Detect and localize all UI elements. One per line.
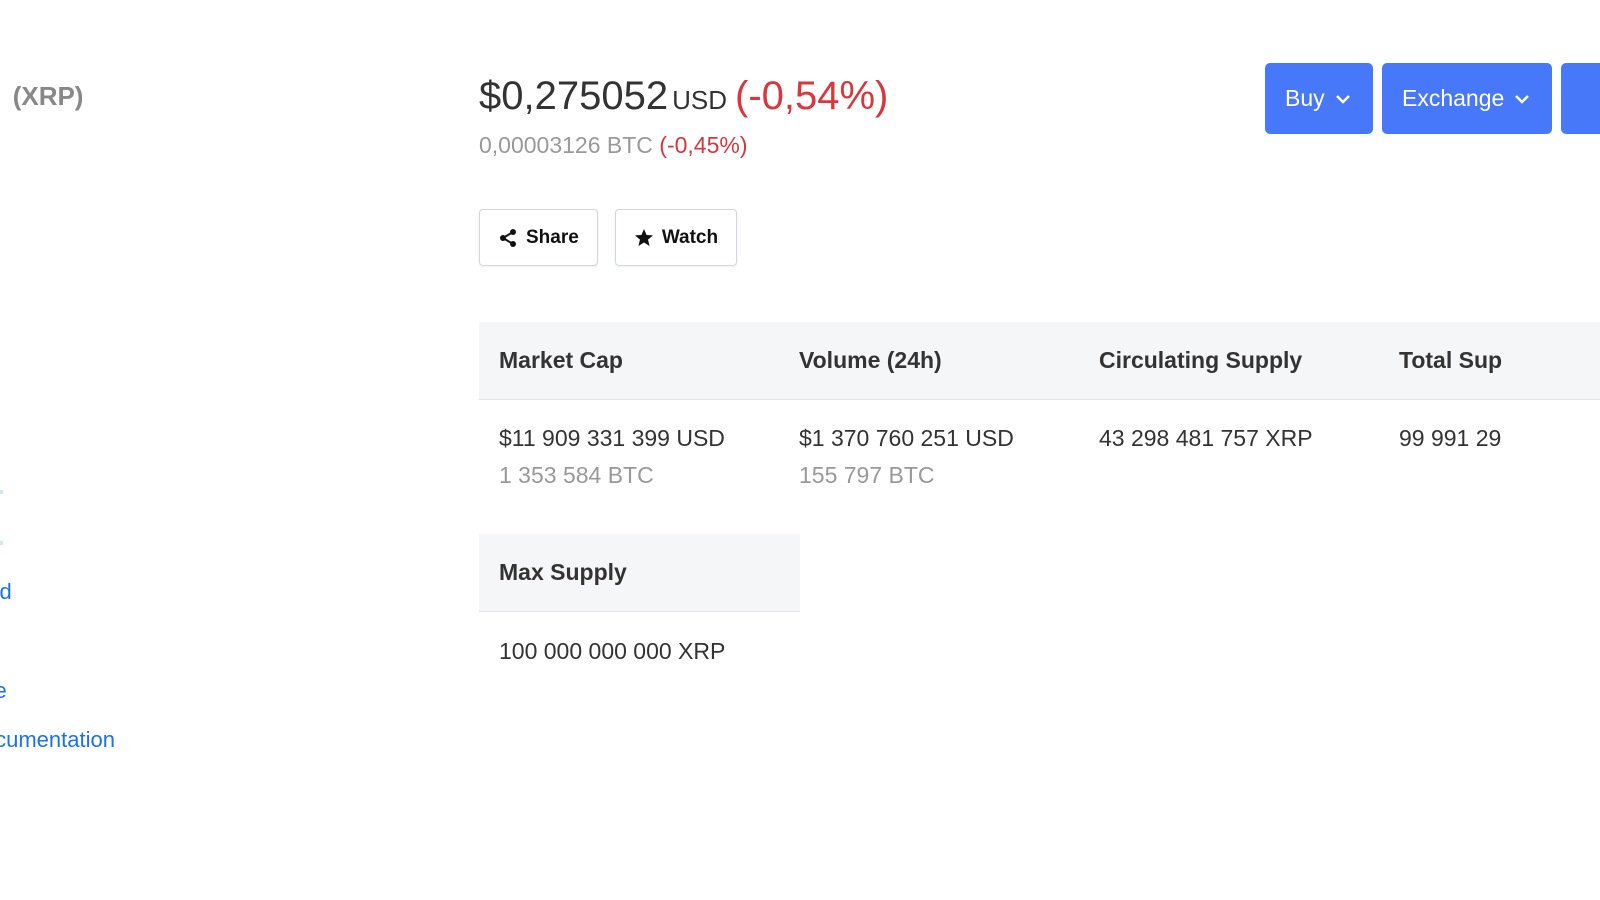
market-cap-usd: $11 909 331 399 USD bbox=[499, 425, 725, 451]
exchange-label: Exchange bbox=[1402, 85, 1505, 111]
technical-documentation-link[interactable]: Documentation bbox=[0, 727, 115, 753]
total-supply-header: Total Sup bbox=[1399, 347, 1503, 373]
more-dropdown-button[interactable] bbox=[1561, 63, 1600, 134]
price-block: $0,275052 USD (-0,54%) 0,00003126 BTC (-0,… bbox=[479, 72, 888, 159]
price-usd-change: (-0,54%) bbox=[735, 74, 889, 118]
market-cap-header: Market Cap bbox=[499, 347, 623, 373]
max-supply-header: Max Supply bbox=[499, 559, 627, 585]
circulating-supply-value: 43 298 481 757 XRP bbox=[1099, 425, 1313, 451]
stats-table: Market Cap Volume (24h) Circulating Supp… bbox=[479, 322, 1600, 489]
buy-dropdown-button[interactable]: Buy bbox=[1265, 63, 1373, 134]
stats-values-row: $11 909 331 399 USD 1 353 584 BTC $1 370… bbox=[479, 400, 1600, 489]
volume-cell: $1 370 760 251 USD 155 797 BTC bbox=[779, 424, 1079, 489]
clipped-link-fragment bbox=[0, 541, 3, 545]
coin-symbol: (XRP) bbox=[12, 81, 84, 111]
coin-detail-page: P (XRP) Board ode Documentation $0,275052… bbox=[0, 0, 1600, 900]
star-icon bbox=[634, 228, 653, 246]
top-action-buttons: Buy Exchange bbox=[1265, 63, 1600, 134]
price-btc-value: 0,00003126 BTC bbox=[479, 132, 653, 158]
price-usd-currency: USD bbox=[672, 85, 727, 115]
clipped-link-fragment bbox=[0, 490, 3, 494]
stats-header-row: Market Cap Volume (24h) Circulating Supp… bbox=[479, 322, 1600, 400]
coin-title: P (XRP) bbox=[0, 66, 83, 120]
total-supply-value: 99 991 29 bbox=[1399, 425, 1502, 451]
volume-usd: $1 370 760 251 USD bbox=[799, 425, 1014, 451]
price-btc-row: 0,00003126 BTC (-0,45%) bbox=[479, 132, 888, 159]
watch-label: Watch bbox=[661, 226, 719, 248]
coin-name: P bbox=[0, 66, 1, 120]
max-supply-values-row: 100 000 000 000 XRP bbox=[479, 612, 800, 665]
action-buttons: Share Watch bbox=[479, 209, 738, 266]
source-code-link[interactable]: ode bbox=[0, 678, 7, 704]
buy-label: Buy bbox=[1285, 85, 1325, 111]
volume-btc: 155 797 BTC bbox=[799, 462, 935, 488]
share-label: Share bbox=[526, 226, 579, 248]
total-supply-cell: 99 991 29 bbox=[1379, 424, 1600, 489]
price-usd-row: $0,275052 USD (-0,54%) bbox=[479, 72, 888, 124]
price-btc-change: (-0,45%) bbox=[659, 132, 748, 158]
circulating-supply-header: Circulating Supply bbox=[1099, 347, 1303, 373]
share-button[interactable]: Share bbox=[479, 209, 598, 266]
exchange-dropdown-button[interactable]: Exchange bbox=[1382, 63, 1552, 134]
max-supply-table: Max Supply 100 000 000 000 XRP bbox=[479, 534, 800, 665]
chevron-down-icon bbox=[1335, 94, 1350, 104]
price-usd-value: $0,275052 bbox=[479, 74, 669, 118]
max-supply-cell: 100 000 000 000 XRP bbox=[479, 637, 800, 665]
message-board-link[interactable]: Board bbox=[0, 579, 12, 605]
max-supply-value: 100 000 000 000 XRP bbox=[499, 638, 726, 664]
circulating-supply-cell: 43 298 481 757 XRP bbox=[1079, 424, 1379, 489]
max-supply-header-row: Max Supply bbox=[479, 534, 800, 612]
share-icon bbox=[500, 228, 516, 247]
volume-header: Volume (24h) bbox=[799, 347, 942, 373]
market-cap-btc: 1 353 584 BTC bbox=[499, 462, 654, 488]
watch-button[interactable]: Watch bbox=[614, 209, 738, 266]
chevron-down-icon bbox=[1515, 94, 1530, 104]
market-cap-cell: $11 909 331 399 USD 1 353 584 BTC bbox=[479, 424, 779, 489]
